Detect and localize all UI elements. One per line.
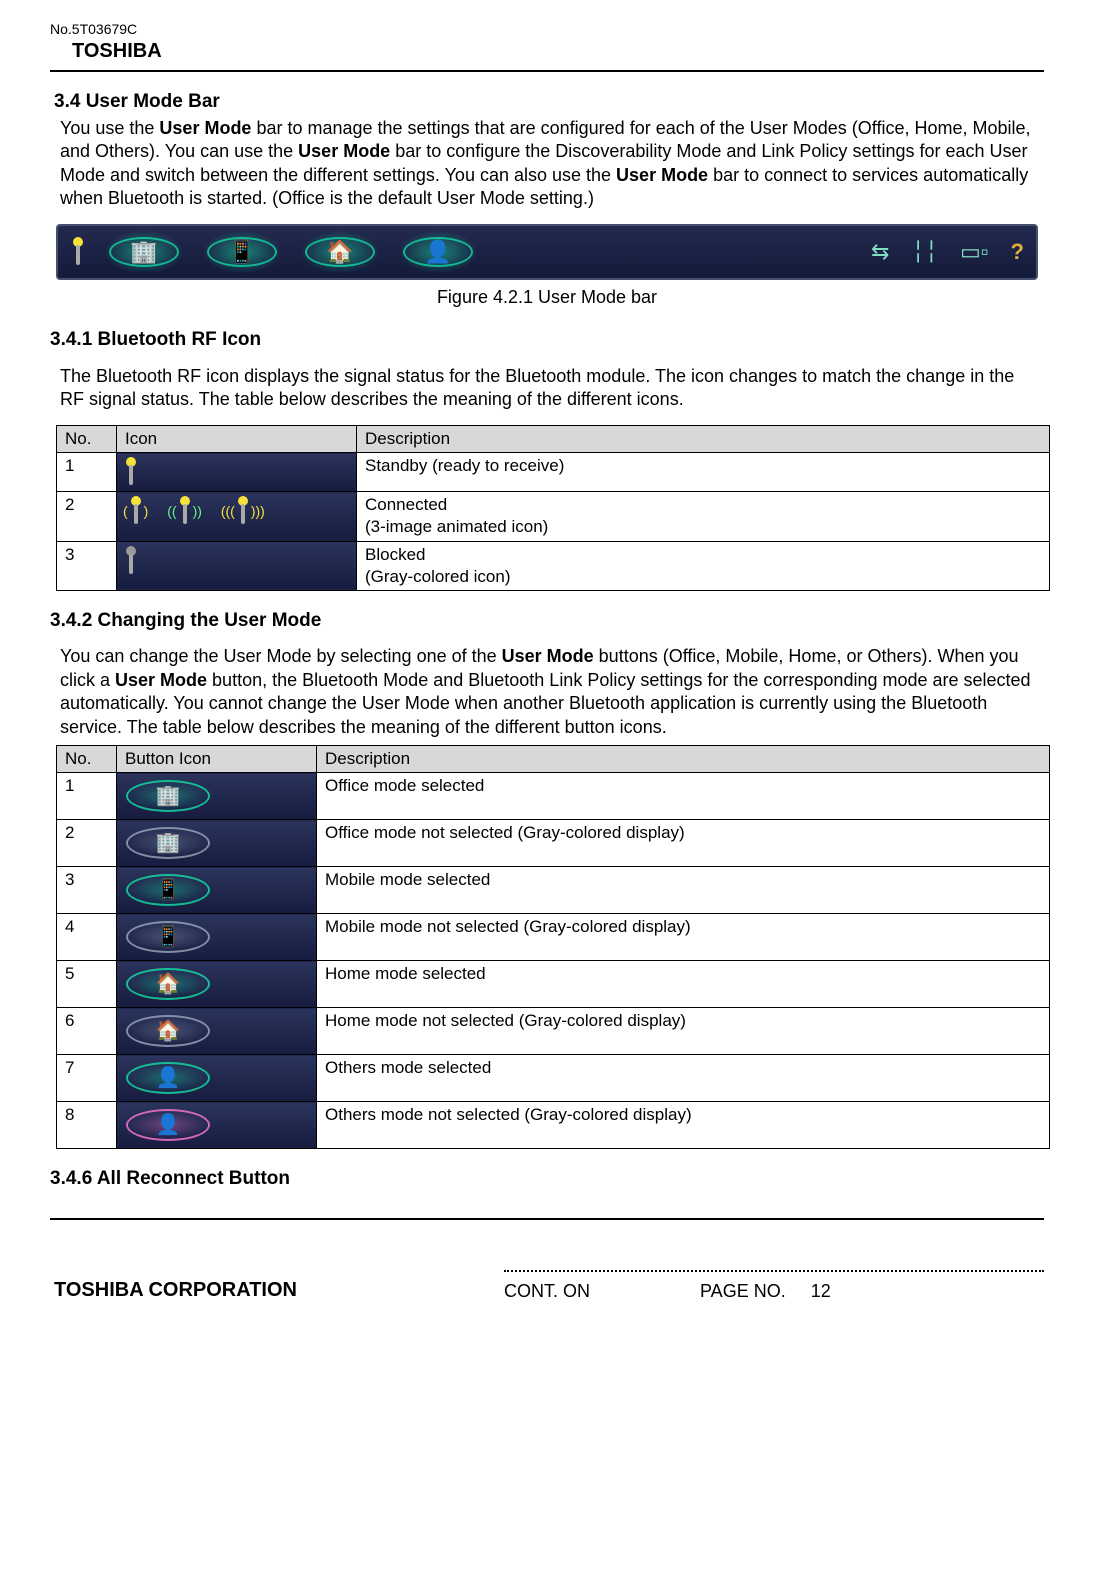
footer-page-label: PAGE NO. [700,1281,786,1301]
user-mode-bar-figure: 🏢 📱 🏠 👤 ⇆ ╎╎ ▭▫ ? [56,224,1038,280]
table-row: 2 🏢 Office mode not selected (Gray-color… [57,820,1050,867]
cell-desc: Home mode not selected (Gray-colored dis… [317,1008,1050,1055]
cell-desc: Others mode selected [317,1055,1050,1102]
footer-right: CONT. ON PAGE NO. 12 [504,1270,1044,1303]
para-3-4-2: You can change the User Mode by selectin… [60,645,1038,739]
divider-bottom [50,1218,1044,1220]
cell-no: 3 [57,867,117,914]
footer-cont-on: CONT. ON [504,1280,590,1303]
cell-desc: Connected (3-image animated icon) [357,492,1050,541]
cell-no: 1 [57,453,117,492]
office-unselected-icon: 🏢 [117,820,317,867]
footer-page-number: 12 [811,1281,831,1301]
heading-3-4-6: 3.4.6 All Reconnect Button [50,1167,1044,1192]
cell-no: 8 [57,1102,117,1149]
table-row: 4 📱 Mobile mode not selected (Gray-color… [57,914,1050,961]
para-3-4-1: The Bluetooth RF icon displays the signa… [60,365,1038,412]
bold-user-mode-3: User Mode [616,165,708,185]
heading-3-4-1: 3.4.1 Bluetooth RF Icon [50,328,1044,353]
document-number: No.5T03679C [50,20,1044,38]
cell-no: 2 [57,492,117,541]
help-icon: ? [1011,238,1024,267]
standby-icon [117,453,357,492]
bold-user-mode-5: User Mode [115,670,207,690]
document-header: No.5T03679C TOSHIBA [50,20,1044,64]
cell-no: 7 [57,1055,117,1102]
mobile-unselected-icon: 📱 [117,914,317,961]
col-desc-header: Description [357,426,1050,453]
cell-desc: Others mode not selected (Gray-colored d… [317,1102,1050,1149]
mode-bar-right-group: ⇆ ╎╎ ▭▫ ? [871,238,1024,267]
devices-icon: ▭▫ [960,238,989,267]
office-selected-icon: 🏢 [117,773,317,820]
para-3-4: You use the User Mode bar to manage the … [60,117,1038,211]
mobile-selected-icon: 📱 [117,867,317,914]
table-row: 3 📱 Mobile mode selected [57,867,1050,914]
mobile-mode-icon: 📱 [202,230,282,274]
text: You use the [60,118,159,138]
bold-user-mode-1: User Mode [159,118,251,138]
table-row: 1 Standby (ready to receive) [57,453,1050,492]
cell-no: 2 [57,820,117,867]
col-desc-header: Description [317,746,1050,773]
home-unselected-icon: 🏠 [117,1008,317,1055]
col-icon-header: Icon [117,426,357,453]
table-row: 3 Blocked (Gray-colored icon) [57,541,1050,590]
table-row: 7 👤 Others mode selected [57,1055,1050,1102]
home-selected-icon: 🏠 [117,961,317,1008]
rf-icon-table: No. Icon Description 1 Standby (ready to… [56,425,1050,590]
office-mode-icon: 🏢 [104,230,184,274]
cell-desc: Mobile mode selected [317,867,1050,914]
cell-no: 6 [57,1008,117,1055]
table-row: 8 👤 Others mode not selected (Gray-color… [57,1102,1050,1149]
cell-desc: Blocked (Gray-colored icon) [357,541,1050,590]
text: You can change the User Mode by selectin… [60,646,502,666]
table-row: 5 🏠 Home mode selected [57,961,1050,1008]
bold-user-mode-4: User Mode [502,646,594,666]
others-selected-icon: 👤 [117,1055,317,1102]
table-row: 6 🏠 Home mode not selected (Gray-colored… [57,1008,1050,1055]
figure-caption: Figure 4.2.1 User Mode bar [50,286,1044,309]
cell-no: 1 [57,773,117,820]
col-no-header: No. [57,746,117,773]
reconnect-icon: ⇆ [871,238,889,267]
bold-user-mode-2: User Mode [298,141,390,161]
col-button-icon-header: Button Icon [117,746,317,773]
heading-3-4: 3.4 User Mode Bar [54,90,1044,115]
document-brand: TOSHIBA [72,38,1044,64]
cell-no: 3 [57,541,117,590]
cell-desc: Office mode selected [317,773,1050,820]
home-mode-icon: 🏠 [300,230,380,274]
page-footer: TOSHIBA CORPORATION CONT. ON PAGE NO. 12 [50,1270,1044,1303]
rf-antenna-icon [70,237,86,267]
cell-no: 5 [57,961,117,1008]
cell-desc: Home mode selected [317,961,1050,1008]
others-unselected-icon: 👤 [117,1102,317,1149]
cell-desc: Standby (ready to receive) [357,453,1050,492]
col-no-header: No. [57,426,117,453]
others-mode-icon: 👤 [398,230,478,274]
blocked-icon [117,541,357,590]
heading-3-4-2: 3.4.2 Changing the User Mode [50,609,1044,634]
button-icon-table: No. Button Icon Description 1 🏢 Office m… [56,745,1050,1149]
cell-no: 4 [57,914,117,961]
table-row: 1 🏢 Office mode selected [57,773,1050,820]
cell-desc: Mobile mode not selected (Gray-colored d… [317,914,1050,961]
divider-top [50,70,1044,72]
table-header-row: No. Button Icon Description [57,746,1050,773]
connected-icon: () (()) ((())) [117,492,357,541]
settings-sliders-icon: ╎╎ [911,238,938,267]
footer-corporation: TOSHIBA CORPORATION [54,1277,297,1303]
table-header-row: No. Icon Description [57,426,1050,453]
table-row: 2 () (()) ((())) Connected (3-image anim… [57,492,1050,541]
cell-desc: Office mode not selected (Gray-colored d… [317,820,1050,867]
